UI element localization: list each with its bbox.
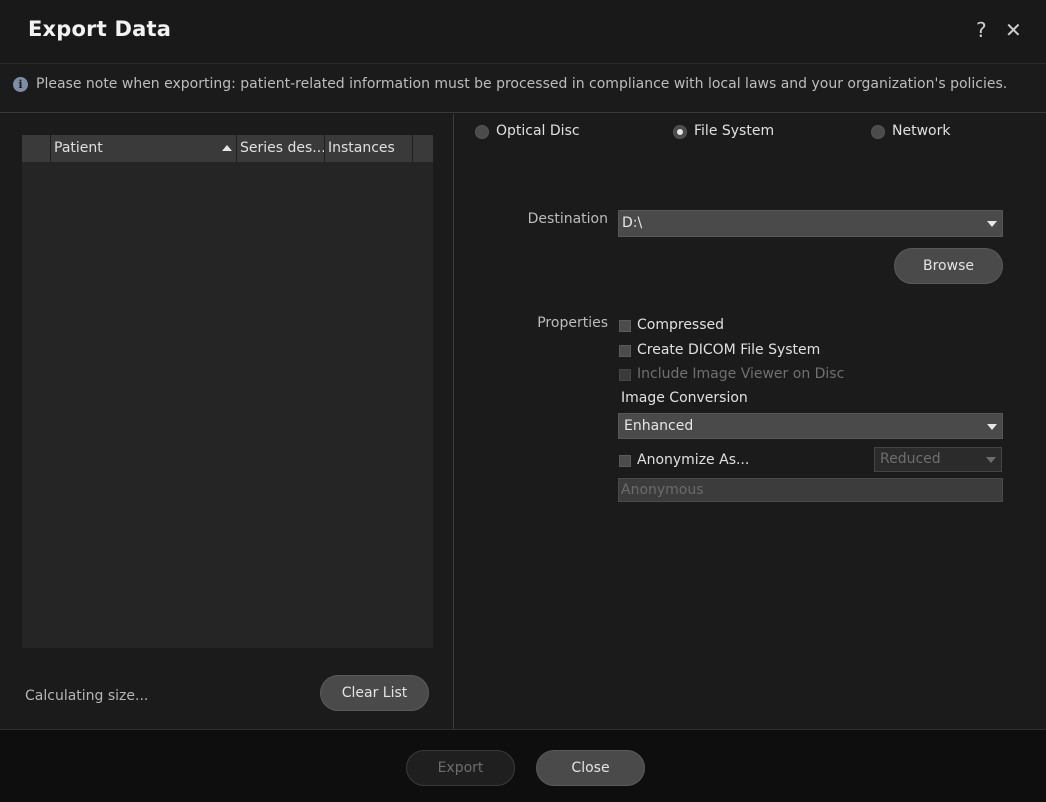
notice-bar: i Please note when exporting: patient-re… bbox=[0, 65, 1046, 113]
export-options-panel: Optical Disc File System Network Destina… bbox=[454, 114, 1046, 729]
checkbox-box bbox=[619, 320, 631, 332]
checkbox-label: Compressed bbox=[637, 317, 725, 333]
radio-file-system[interactable]: File System bbox=[673, 123, 793, 142]
checkbox-label: Include Image Viewer on Disc bbox=[637, 366, 845, 382]
header-series-description[interactable]: Series des... bbox=[236, 135, 324, 162]
checkbox-box bbox=[619, 369, 631, 381]
table-header: Patient Series des... Instances bbox=[22, 135, 433, 162]
anonymous-name-field: Anonymous bbox=[618, 478, 1003, 502]
image-conversion-dropdown[interactable]: Enhanced bbox=[618, 413, 1003, 439]
properties-label: Properties bbox=[537, 315, 608, 331]
destination-label: Destination bbox=[527, 211, 608, 227]
close-icon[interactable]: ✕ bbox=[1005, 18, 1022, 42]
chevron-down-icon bbox=[987, 221, 997, 227]
chevron-down-icon bbox=[987, 424, 997, 430]
radio-label: File System bbox=[694, 123, 775, 139]
destination-value: D:\ bbox=[622, 215, 643, 231]
image-conversion-label: Image Conversion bbox=[621, 390, 748, 406]
header-instances[interactable]: Instances bbox=[324, 135, 412, 162]
radio-label: Optical Disc bbox=[496, 123, 580, 139]
radio-dot bbox=[475, 125, 489, 139]
destination-dropdown[interactable]: D:\ bbox=[618, 210, 1003, 237]
radio-dot bbox=[871, 125, 885, 139]
checkbox-box bbox=[619, 345, 631, 357]
dialog-title: Export Data bbox=[28, 17, 172, 41]
checkbox-box bbox=[619, 455, 631, 467]
help-icon[interactable]: ? bbox=[976, 18, 987, 42]
anonymize-mode-dropdown: Reduced bbox=[874, 447, 1002, 472]
radio-optical-disc[interactable]: Optical Disc bbox=[475, 123, 595, 142]
export-list-panel: Patient Series des... Instances Calculat… bbox=[0, 114, 453, 729]
checkbox-label: Anonymize As... bbox=[637, 452, 750, 468]
compressed-checkbox[interactable]: Compressed bbox=[619, 317, 749, 335]
header-patient-label: Patient bbox=[54, 140, 103, 156]
sort-ascending-icon bbox=[222, 145, 232, 151]
header-patient[interactable]: Patient bbox=[50, 135, 236, 162]
radio-dot-selected bbox=[673, 125, 687, 139]
dialog-footer: Export Close bbox=[0, 729, 1046, 802]
radio-label: Network bbox=[892, 123, 951, 139]
image-conversion-value: Enhanced bbox=[624, 418, 694, 434]
export-table[interactable]: Patient Series des... Instances bbox=[22, 135, 433, 648]
notice-text: Please note when exporting: patient-rela… bbox=[36, 76, 1008, 92]
title-bar: Export Data ? ✕ bbox=[0, 0, 1046, 64]
browse-button[interactable]: Browse bbox=[894, 248, 1003, 284]
clear-list-button[interactable]: Clear List bbox=[320, 675, 429, 711]
header-select-column[interactable] bbox=[22, 135, 50, 162]
header-filler bbox=[412, 135, 433, 162]
close-button[interactable]: Close bbox=[536, 750, 645, 786]
checkbox-label: Create DICOM File System bbox=[637, 342, 821, 358]
create-dicom-fs-checkbox[interactable]: Create DICOM File System bbox=[619, 342, 839, 360]
anonymize-mode-value: Reduced bbox=[880, 451, 941, 467]
export-button: Export bbox=[406, 750, 515, 786]
include-viewer-checkbox: Include Image Viewer on Disc bbox=[619, 366, 859, 384]
anonymize-checkbox[interactable]: Anonymize As... bbox=[619, 452, 759, 470]
radio-network[interactable]: Network bbox=[871, 123, 971, 142]
chevron-down-icon bbox=[986, 457, 996, 463]
info-icon: i bbox=[13, 77, 28, 92]
size-status: Calculating size... bbox=[25, 688, 149, 704]
